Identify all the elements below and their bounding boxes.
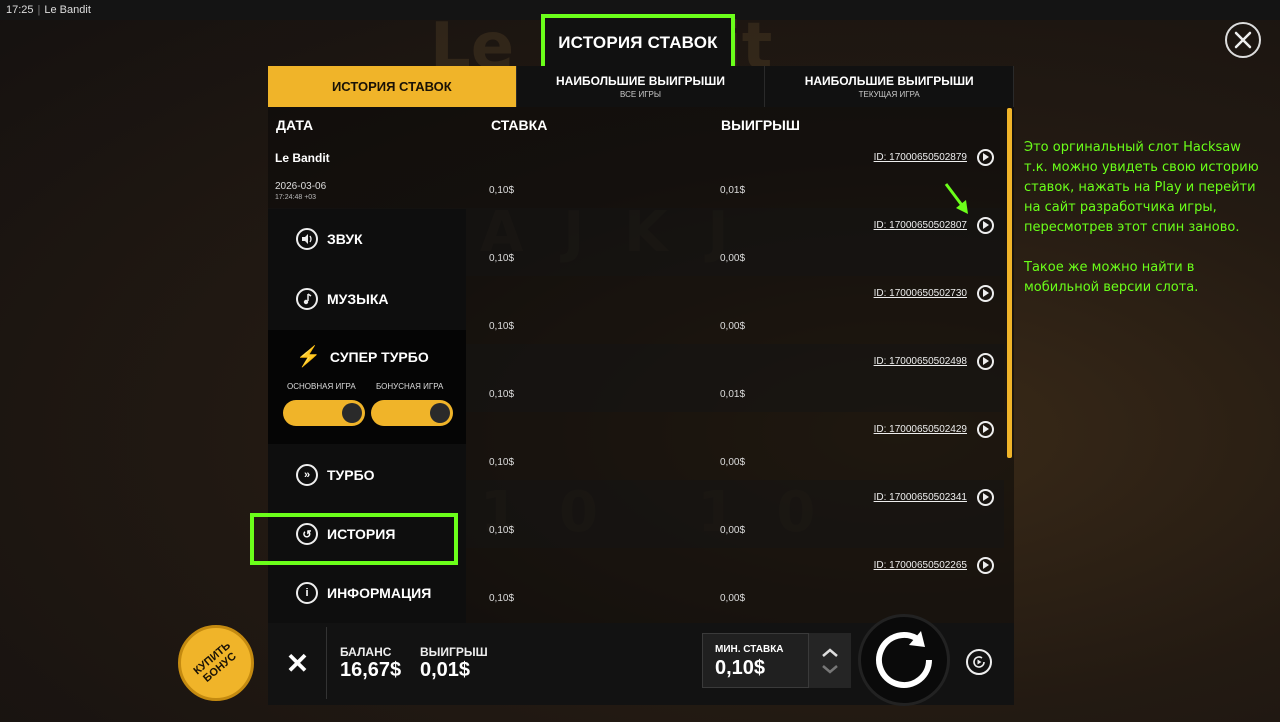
row-win: 0,00$: [720, 253, 746, 264]
autoplay-icon: [973, 656, 985, 668]
row-game-name: Le Bandit: [275, 151, 330, 165]
row-bet: 0,10$: [489, 525, 515, 536]
music-note-icon: [296, 288, 318, 310]
history-highlight-box: [250, 513, 458, 565]
tab-label: НАИБОЛЬШИЕ ВЫИГРЫШИ: [804, 74, 974, 88]
bet-decrease-chevron-down-icon[interactable]: [821, 664, 839, 674]
toggle-main-label: ОСНОВНАЯ ИГРА: [287, 382, 356, 391]
row-date: 2026-03-06: [275, 181, 327, 192]
replay-play-icon[interactable]: [977, 149, 994, 166]
speaker-icon: [296, 228, 318, 250]
autoplay-button[interactable]: [966, 649, 992, 675]
toggle-bonus-label: БОНУСНАЯ ИГРА: [376, 382, 444, 391]
row-round-id-link[interactable]: ID: 17000650502807: [874, 220, 967, 231]
replay-play-icon[interactable]: [977, 557, 994, 574]
row-round-id-link[interactable]: ID: 17000650502498: [874, 356, 967, 367]
turbo-icon: »: [296, 464, 318, 486]
super-turbo-main-toggle[interactable]: [283, 400, 365, 426]
row-win: 0,00$: [720, 525, 746, 536]
row-win: 0,01$: [720, 185, 746, 196]
bet-increase-chevron-up-icon[interactable]: [821, 647, 839, 658]
row-time: 17:24:48 +03: [275, 194, 317, 201]
close-menu-button[interactable]: ✕: [269, 627, 327, 699]
history-scrollbar[interactable]: [1007, 108, 1012, 458]
super-turbo-label: СУПЕР ТУРБО: [329, 348, 429, 365]
super-turbo-heading: ⚡ СУПЕР ТУРБО: [296, 344, 429, 369]
tab-sublabel: ТЕКУЩАЯ ИГРА: [858, 90, 920, 99]
buy-bonus-label: КУПИТЬ БОНУС: [191, 639, 239, 685]
menu-item-sound[interactable]: ЗВУК: [268, 211, 466, 267]
annotation-paragraph-1: Это оргинальный слот Hacksaw т.к. можно …: [1024, 140, 1259, 235]
column-header-date: ДАТА: [276, 117, 314, 133]
overlay-title: ИСТОРИЯ СТАВОК: [541, 14, 735, 71]
row-bet: 0,10$: [489, 185, 515, 196]
buy-bonus-button[interactable]: КУПИТЬ БОНУС: [178, 625, 254, 701]
super-turbo-section: ⚡ СУПЕР ТУРБО ОСНОВНАЯ ИГРА БОНУСНАЯ ИГР…: [268, 330, 466, 444]
row-bet: 0,10$: [489, 457, 515, 468]
row-round-id-link[interactable]: ID: 17000650502429: [874, 424, 967, 435]
table-row: Le Bandit 2026-03-06 17:24:48 +03 0,10$ …: [268, 140, 1004, 208]
menu-item-music[interactable]: МУЗЫКА: [268, 271, 466, 327]
min-bet-value: 0,10$: [715, 657, 766, 679]
row-round-id-link[interactable]: ID: 17000650502265: [874, 560, 967, 571]
balance-label: БАЛАНС: [340, 645, 392, 659]
menu-item-label: ТУРБО: [327, 467, 375, 483]
row-round-id-link[interactable]: ID: 17000650502341: [874, 492, 967, 503]
row-round-id-link[interactable]: ID: 17000650502879: [874, 152, 967, 163]
win-label: ВЫИГРЫШ: [420, 645, 488, 659]
row-win: 0,00$: [720, 457, 746, 468]
row-bet: 0,10$: [489, 593, 515, 604]
menu-item-label: ЗВУК: [327, 231, 363, 247]
bet-selector: МИН. СТАВКА 0,10$: [702, 633, 809, 688]
titlebar-separator: |: [37, 4, 41, 16]
bet-stepper: [809, 633, 851, 688]
annotation-paragraph-2: Такое же можно найти в мобильной версии …: [1024, 260, 1199, 295]
window-title: Le Bandit: [44, 4, 91, 16]
tab-biggest-wins-all[interactable]: НАИБОЛЬШИЕ ВЫИГРЫШИ ВСЕ ИГРЫ: [516, 66, 766, 107]
tab-bet-history[interactable]: ИСТОРИЯ СТАВОК: [268, 66, 517, 107]
history-tabs: ИСТОРИЯ СТАВОК НАИБОЛЬШИЕ ВЫИГРЫШИ ВСЕ И…: [268, 66, 1015, 107]
clock: 17:25: [6, 4, 34, 16]
column-header-bet: СТАВКА: [491, 117, 548, 133]
balance-value: 16,67$: [340, 659, 402, 681]
row-win: 0,01$: [720, 389, 746, 400]
replay-play-icon[interactable]: [977, 421, 994, 438]
spin-arrow-icon: [876, 631, 932, 688]
info-icon: i: [296, 582, 318, 604]
menu-item-label: ИНФОРМАЦИЯ: [327, 585, 432, 601]
spin-button[interactable]: [858, 614, 950, 706]
row-win: 0,00$: [720, 321, 746, 332]
column-header-win: ВЫИГРЫШ: [721, 117, 800, 133]
menu-item-turbo[interactable]: » ТУРБО: [268, 447, 466, 503]
row-win: 0,00$: [720, 593, 746, 604]
row-bet: 0,10$: [489, 253, 515, 264]
replay-play-icon[interactable]: [977, 285, 994, 302]
tab-biggest-wins-current[interactable]: НАИБОЛЬШИЕ ВЫИГРЫШИ ТЕКУЩАЯ ИГРА: [765, 66, 1015, 107]
replay-play-icon[interactable]: [977, 489, 994, 506]
tab-label: НАИБОЛЬШИЕ ВЫИГРЫШИ: [556, 74, 725, 88]
row-bet: 0,10$: [489, 389, 515, 400]
close-overlay-button[interactable]: [1225, 22, 1261, 58]
row-bet: 0,10$: [489, 321, 515, 332]
menu-item-info[interactable]: i ИНФОРМАЦИЯ: [268, 565, 466, 621]
close-icon: [1234, 31, 1252, 49]
row-round-id-link[interactable]: ID: 17000650502730: [874, 288, 967, 299]
annotation-text: Это оргинальный слот Hacksaw т.к. можно …: [1024, 138, 1264, 298]
win-value: 0,01$: [420, 659, 471, 681]
lightning-icon: ⚡: [296, 346, 321, 368]
replay-play-icon[interactable]: [977, 353, 994, 370]
replay-play-icon[interactable]: [977, 217, 994, 234]
annotation-arrow-icon: [944, 183, 968, 214]
menu-item-label: МУЗЫКА: [327, 291, 389, 307]
super-turbo-bonus-toggle[interactable]: [371, 400, 453, 426]
min-bet-label: МИН. СТАВКА: [715, 644, 784, 655]
tab-label: ИСТОРИЯ СТАВОК: [331, 79, 452, 94]
tab-sublabel: ВСЕ ИГРЫ: [620, 90, 661, 99]
